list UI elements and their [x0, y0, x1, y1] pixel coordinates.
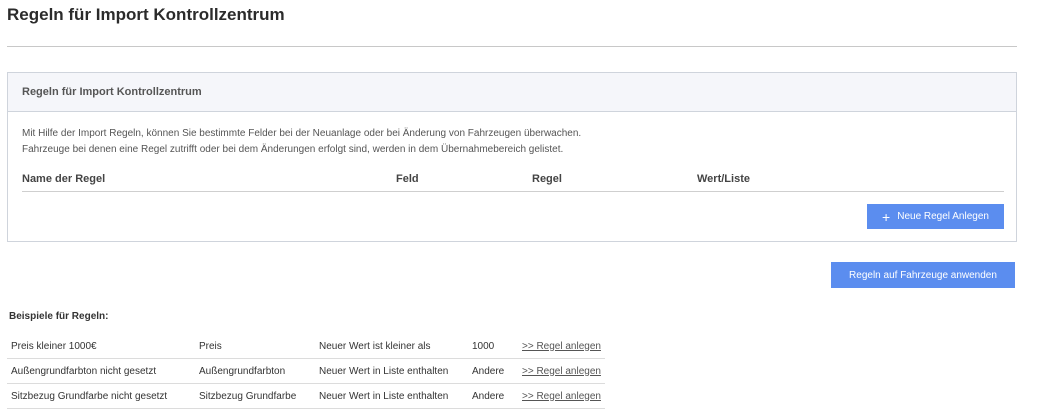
example-rule: Neuer Wert in Liste enthalten [315, 358, 468, 384]
example-value: Andere [468, 383, 518, 409]
column-header-rule: Regel [532, 173, 562, 185]
example-value: Andere [468, 358, 518, 384]
example-action-cell: >> Regel anlegen [518, 383, 605, 409]
example-action-cell: >> Regel anlegen [518, 334, 605, 359]
table-row: Sitzbezug Grundfarbe nicht gesetzt Sitzb… [7, 383, 605, 409]
example-action-cell: >> Regel anlegen [518, 358, 605, 384]
plus-icon: + [882, 208, 891, 225]
rules-panel: Regeln für Import Kontrollzentrum Mit Hi… [7, 72, 1017, 242]
description-line: Fahrzeuge bei denen eine Regel zutrifft … [22, 144, 564, 155]
example-rule: Neuer Wert in Liste enthalten [315, 383, 468, 409]
column-header-field: Feld [396, 173, 419, 185]
example-field: Preis [195, 334, 315, 359]
title-divider [7, 46, 1017, 47]
column-header-value-list: Wert/Liste [697, 173, 750, 185]
create-rule-link[interactable]: >> Regel anlegen [522, 341, 601, 352]
new-rule-button-label: Neue Regel Anlegen [897, 211, 989, 222]
panel-description: Mit Hilfe der Import Regeln, können Sie … [22, 126, 581, 158]
example-name: Preis kleiner 1000€ [7, 334, 195, 359]
create-rule-link[interactable]: >> Regel anlegen [522, 391, 601, 402]
page-title: Regeln für Import Kontrollzentrum [7, 5, 285, 24]
create-rule-link[interactable]: >> Regel anlegen [522, 366, 601, 377]
panel-header-title: Regeln für Import Kontrollzentrum [22, 86, 202, 98]
new-rule-button[interactable]: + Neue Regel Anlegen [867, 204, 1004, 229]
example-rule: Neuer Wert ist kleiner als [315, 334, 468, 359]
table-row: Außengrundfarbton nicht gesetzt Außengru… [7, 358, 605, 384]
example-value: 1000 [468, 334, 518, 359]
description-line: Mit Hilfe der Import Regeln, können Sie … [22, 128, 582, 139]
apply-rules-button[interactable]: Regeln auf Fahrzeuge anwenden [831, 262, 1015, 288]
table-row: Preis kleiner 1000€ Preis Neuer Wert ist… [7, 334, 605, 359]
example-name: Außengrundfarbton nicht gesetzt [7, 358, 195, 384]
rules-table-header: Name der Regel Feld Regel Wert/Liste [22, 171, 1004, 192]
panel-header: Regeln für Import Kontrollzentrum [8, 73, 1016, 112]
example-name: Sitzbezug Grundfarbe nicht gesetzt [7, 383, 195, 409]
example-field: Außengrundfarbton [195, 358, 315, 384]
examples-title: Beispiele für Regeln: [9, 311, 109, 322]
examples-table: Preis kleiner 1000€ Preis Neuer Wert ist… [7, 334, 605, 409]
column-header-name: Name der Regel [22, 173, 106, 185]
example-field: Sitzbezug Grundfarbe [195, 383, 315, 409]
